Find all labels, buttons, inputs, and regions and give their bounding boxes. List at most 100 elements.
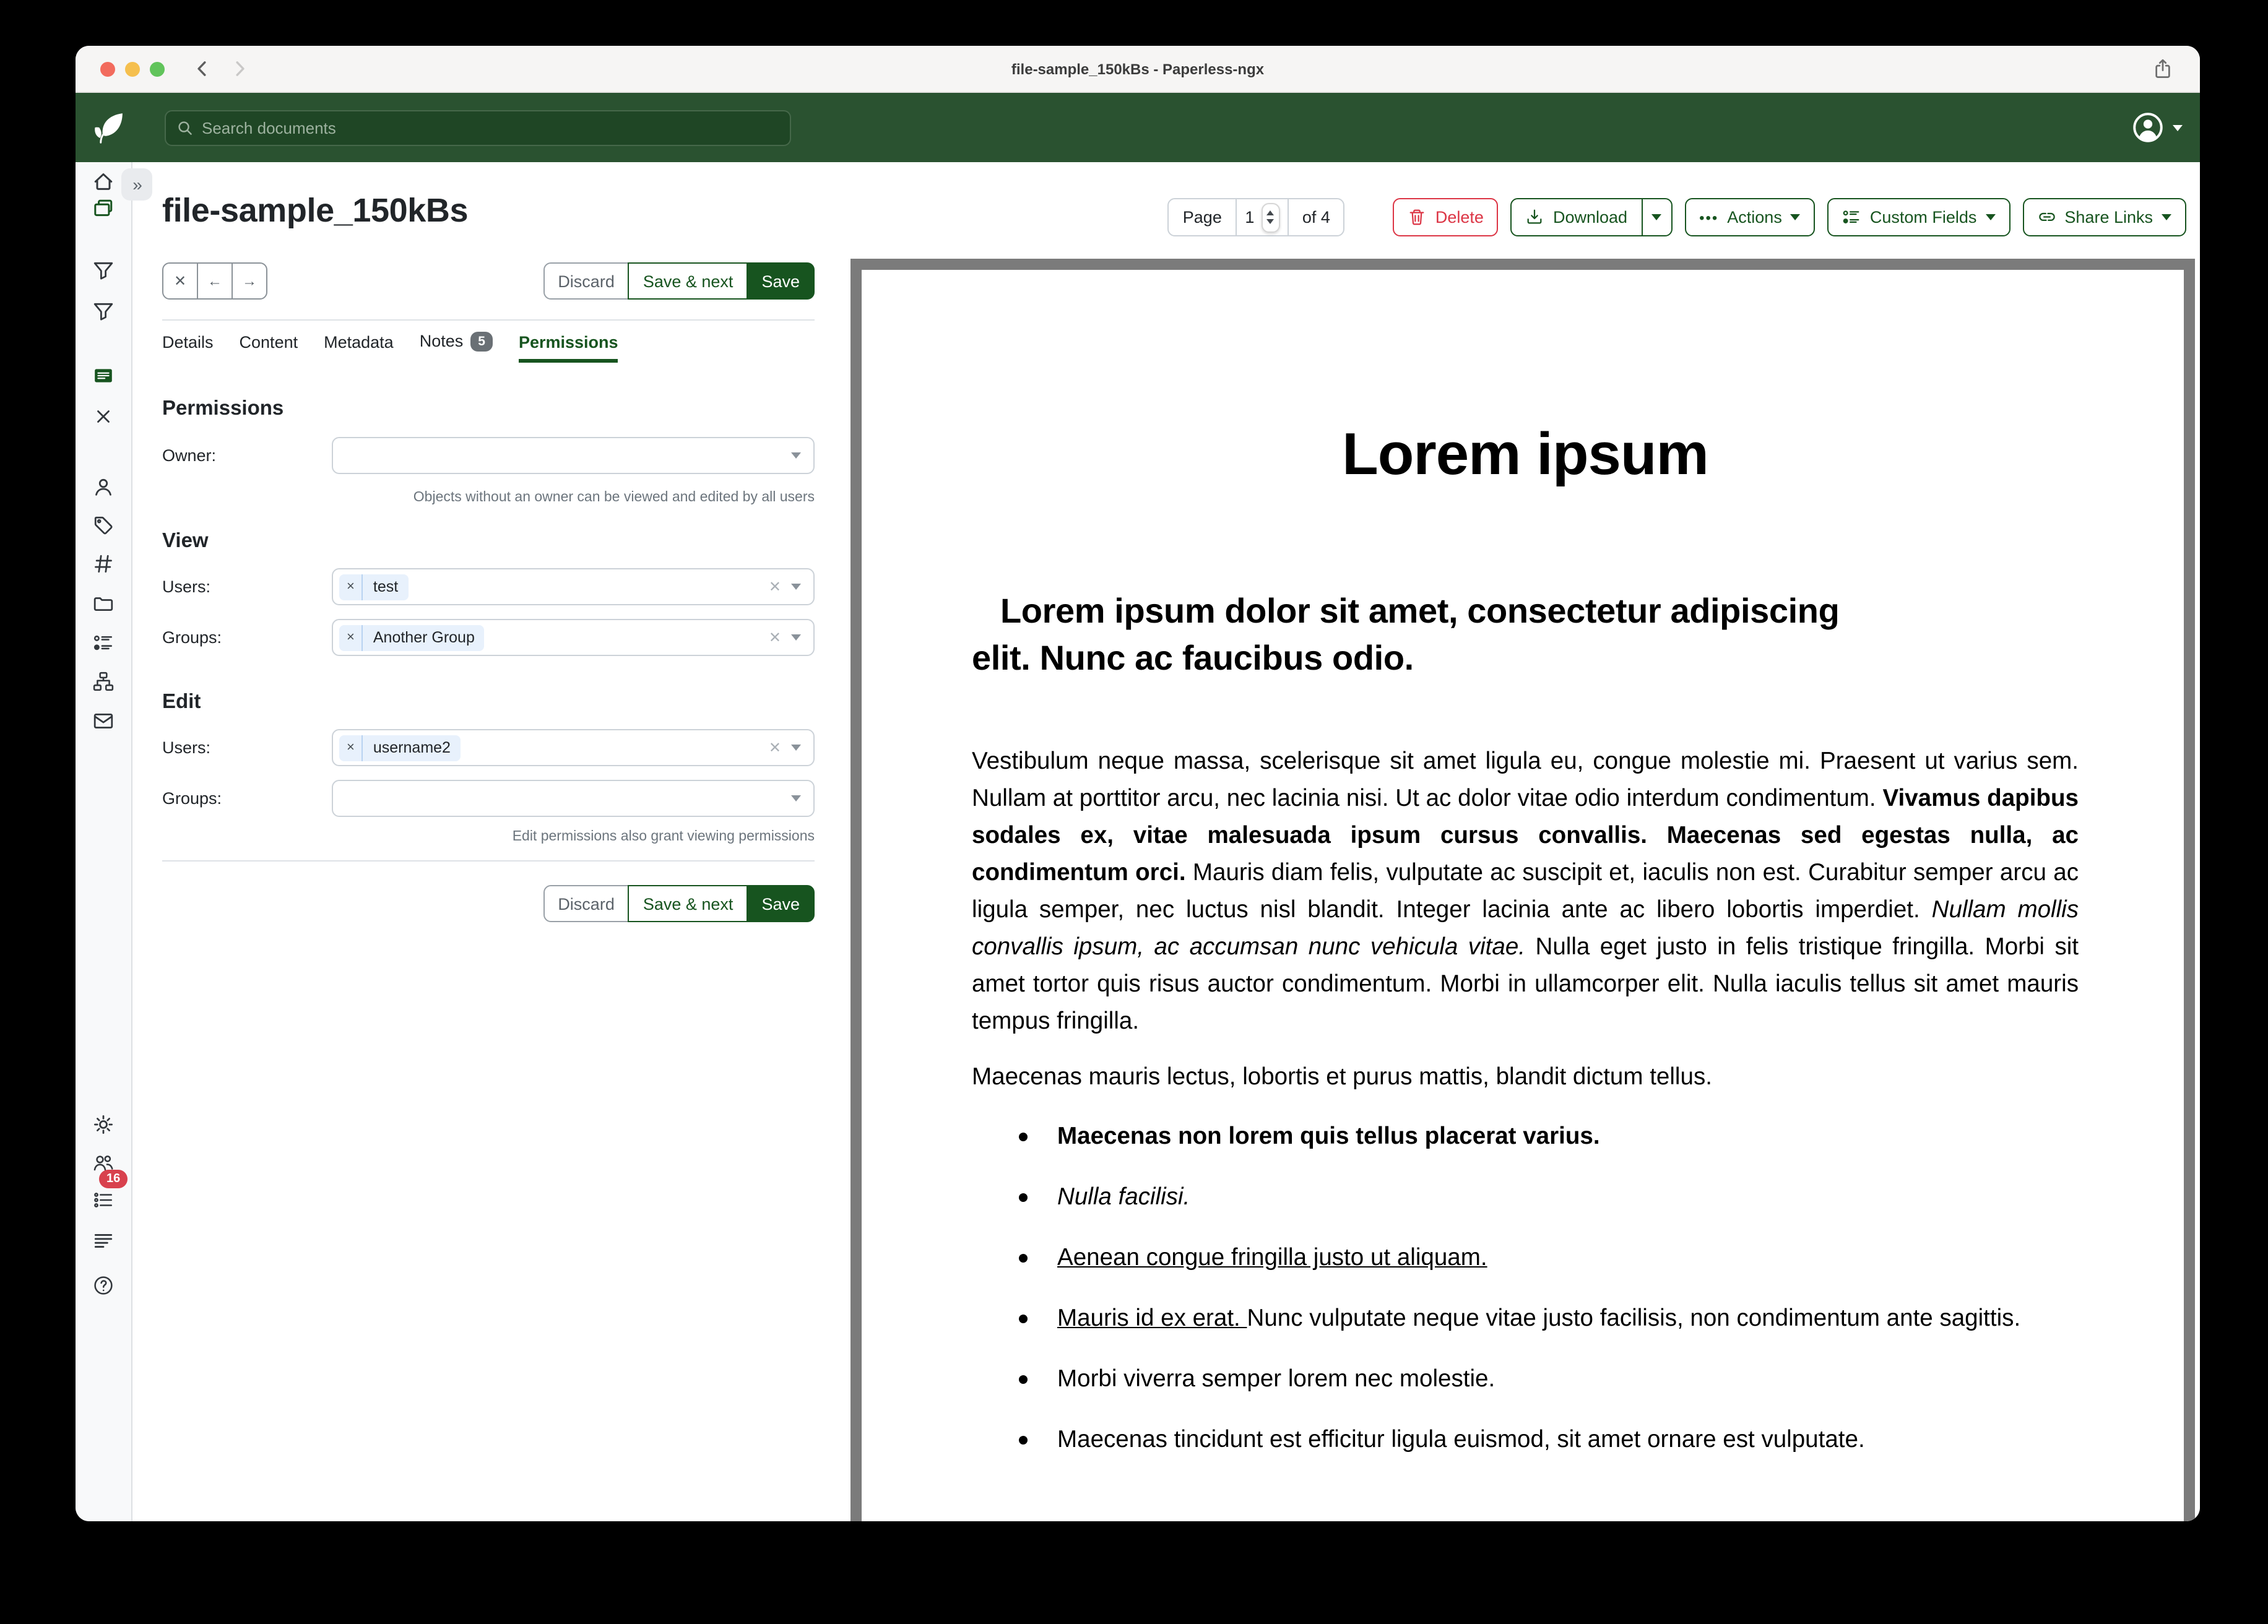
sidebar-item-open-document[interactable] [88,360,119,391]
pdf-preview-frame[interactable]: Lorem ipsum Lorem ipsum dolor sit amet, … [850,259,2195,1521]
sidebar-item-storage-paths[interactable] [88,588,119,619]
download-options-button[interactable] [1641,198,1672,236]
tab-details[interactable]: Details [162,332,214,362]
chip-label: Another Group [363,629,485,646]
document-toolbar: Page of 4 Delete Do [1168,198,2186,236]
edit-users-label: Users: [162,738,210,757]
document-nav-group: ✕ ← → [162,262,267,300]
pdf-doc-title: Lorem ipsum [972,270,2079,489]
page-number-stepper[interactable] [1262,202,1280,232]
next-document-button[interactable]: → [232,262,267,300]
minimize-window-button[interactable] [125,61,140,76]
sidebar-item-dashboard[interactable] [88,166,119,197]
discard-button[interactable]: Discard [543,262,630,300]
tab-permissions[interactable]: Permissions [519,332,618,362]
sidebar: 16 [76,162,132,1521]
user-menu[interactable] [2132,111,2183,144]
clear-selection-icon[interactable]: ✕ [769,629,781,646]
app-window: file-sample_150kBs - Paperless-ngx [76,46,2200,1521]
tab-notes[interactable]: Notes5 [420,332,493,362]
edit-users-select[interactable]: × username2 ✕ [332,729,815,766]
tab-metadata[interactable]: Metadata [324,332,394,362]
view-users-select[interactable]: × test ✕ [332,568,815,605]
clear-selection-icon[interactable]: ✕ [769,578,781,595]
chip-label: username2 [363,739,461,756]
close-document-button[interactable]: ✕ [162,262,198,300]
save-button-group-bottom: Discard Save & next Save [543,885,815,922]
clear-selection-icon[interactable]: ✕ [769,739,781,756]
app-navbar [76,93,2200,162]
bullet-item: Morbi viverra semper lorem nec molestie. [1057,1363,2079,1397]
chevron-down-icon [1985,214,1995,220]
owner-select[interactable] [332,437,815,474]
search-bar [165,110,791,146]
person-circle-icon [2132,111,2164,144]
detail-tabs: Details Content Metadata Notes5 Permissi… [162,332,618,362]
previous-document-button[interactable]: ← [197,262,233,300]
sidebar-item-logs[interactable] [88,1225,119,1256]
sidebar-item-mail[interactable] [88,706,119,736]
share-links-button[interactable]: Share Links [2022,198,2186,236]
view-groups-select[interactable]: × Another Group ✕ [332,619,815,656]
sidebar-item-tasks[interactable]: 16 [88,1185,119,1216]
edit-groups-label: Groups: [162,789,222,808]
sidebar-item-settings[interactable] [88,1109,119,1140]
expand-sidebar-button[interactable]: » [121,168,152,201]
download-button[interactable]: Download [1511,198,1642,236]
edit-groups-select[interactable] [332,780,815,817]
page-number-input[interactable] [1242,208,1258,227]
search-input[interactable] [202,119,779,137]
edit-groups-row: Groups: [162,780,815,817]
sidebar-item-correspondents[interactable] [88,472,119,503]
save-and-next-button[interactable]: Save & next [628,262,748,300]
sidebar-item-custom-fields[interactable] [88,628,119,659]
close-window-button[interactable] [100,61,115,76]
selected-item-chip: × test [339,574,408,600]
save-button[interactable]: Save [747,262,815,300]
chevron-down-icon [791,745,801,751]
browser-forward-icon[interactable] [229,58,250,79]
chip-remove-icon[interactable]: × [339,735,363,761]
save-button[interactable]: Save [747,885,815,922]
chevron-down-icon [1791,214,1801,220]
sidebar-item-saved-view-1[interactable] [88,255,119,286]
sidebar-item-close-all-documents[interactable] [88,401,119,432]
sidebar-item-document-types[interactable] [88,548,119,579]
paperless-leaf-logo [92,111,125,144]
sidebar-item-documents[interactable] [88,193,119,224]
sidebar-item-workflows[interactable] [88,666,119,697]
ui-radios-icon [1843,208,1861,227]
actions-button[interactable]: ••• Actions [1684,198,1816,236]
hash-icon [93,553,114,574]
owner-help-text: Objects without an owner can be viewed a… [413,490,815,505]
titlebar: file-sample_150kBs - Paperless-ngx [76,46,2200,93]
chevron-down-icon [791,634,801,641]
pdf-paragraph: Maecenas mauris lectus, lobortis et puru… [972,1060,2079,1097]
link-icon [2037,208,2056,227]
custom-fields-button[interactable]: Custom Fields [1828,198,2010,236]
chevron-down-icon [1651,214,1661,220]
tab-content[interactable]: Content [240,332,298,362]
three-dots-icon: ••• [1699,209,1718,226]
bullet-item: Mauris id ex erat. Nunc vulputate neque … [1057,1302,2079,1337]
discard-button[interactable]: Discard [543,885,630,922]
share-icon[interactable] [2152,56,2174,81]
page-label: Page [1168,198,1237,236]
sidebar-item-documentation[interactable] [88,1270,119,1301]
owner-row: Owner: [162,437,815,474]
chip-remove-icon[interactable]: × [339,624,363,650]
sidebar-item-saved-view-2[interactable] [88,296,119,327]
delete-button[interactable]: Delete [1393,198,1499,236]
page-navigation-group: Page of 4 [1168,198,1345,236]
edit-heading: Edit [162,691,201,714]
owner-label: Owner: [162,446,216,465]
save-and-next-button[interactable]: Save & next [628,885,748,922]
browser-back-icon[interactable] [192,58,213,79]
sidebar-item-tags[interactable] [88,510,119,541]
page-input-segment [1236,198,1289,236]
stepper-up-icon [1267,210,1275,215]
text-left-icon [93,1230,114,1251]
bullet-item: Maecenas non lorem quis tellus placerat … [1057,1120,2079,1155]
chip-remove-icon[interactable]: × [339,574,363,600]
zoom-window-button[interactable] [150,61,165,76]
